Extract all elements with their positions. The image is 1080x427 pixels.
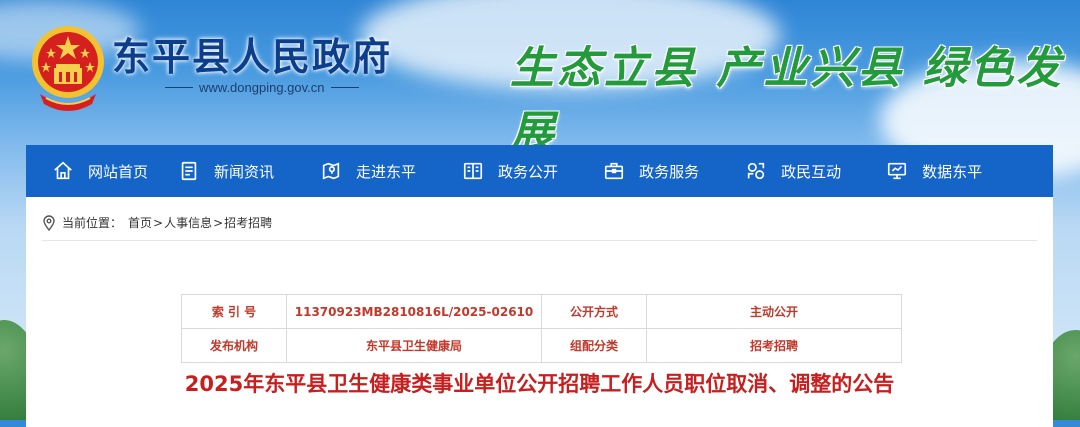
- site-url[interactable]: www.dongping.gov.cn: [199, 80, 325, 95]
- nav-label-interaction: 政民互动: [781, 162, 842, 181]
- meta-key-category: 组配分类: [541, 328, 647, 363]
- meta-key-disclosure: 公开方式: [541, 294, 647, 329]
- main-nav: 网站首页 新闻资讯 走进东平 政务公开 政务服务 政民互动 数据东平: [26, 145, 1053, 197]
- breadcrumb-prefix: 当前位置：: [62, 216, 123, 230]
- content-panel: 当前位置： 首页 > 人事信息 > 招考招聘 索 引 号 11370923MB2…: [26, 197, 1053, 427]
- site-url-row: www.dongping.gov.cn: [165, 80, 359, 95]
- breadcrumb-item-hr[interactable]: 人事信息: [164, 214, 212, 231]
- interaction-icon: [745, 160, 781, 182]
- nav-item-home[interactable]: 网站首页: [52, 145, 148, 197]
- map-icon: [320, 160, 356, 182]
- meta-value-category: 招考招聘: [646, 328, 902, 363]
- breadcrumb-item-home[interactable]: 首页: [128, 214, 152, 231]
- nav-label-news: 新闻资讯: [214, 162, 275, 181]
- nav-item-data[interactable]: 数据东平: [886, 145, 982, 197]
- breadcrumb-item-recruit[interactable]: 招考招聘: [224, 214, 272, 231]
- nav-item-interaction[interactable]: 政民互动: [745, 145, 841, 197]
- meta-value-index: 11370923MB2810816L/2025-02610: [286, 294, 542, 329]
- book-icon: [462, 160, 498, 182]
- meta-value-disclosure: 主动公开: [646, 294, 902, 329]
- breadcrumb-separator: >: [153, 215, 164, 230]
- meta-key-index: 索 引 号: [181, 294, 287, 329]
- breadcrumb-divider: [42, 240, 1037, 241]
- meta-value-publisher: 东平县卫生健康局: [286, 328, 542, 363]
- news-icon: [178, 160, 214, 182]
- site-slogan: 生态立县 产业兴县 绿色发展: [510, 43, 1064, 158]
- breadcrumb-separator: >: [213, 215, 224, 230]
- meta-key-publisher: 发布机构: [181, 328, 287, 363]
- nav-label-home: 网站首页: [88, 162, 149, 181]
- national-emblem-icon[interactable]: [26, 22, 110, 114]
- nav-label-data: 数据东平: [922, 162, 983, 181]
- nav-item-services[interactable]: 政务服务: [603, 145, 699, 197]
- url-rule-left: [165, 87, 193, 88]
- nav-label-about: 走进东平: [356, 162, 417, 181]
- nav-label-gov-info: 政务公开: [498, 162, 559, 181]
- breadcrumb: 当前位置： 首页 > 人事信息 > 招考招聘: [42, 214, 272, 231]
- url-rule-right: [330, 87, 359, 88]
- table-row: 索 引 号 11370923MB2810816L/2025-02610 公开方式…: [181, 294, 902, 329]
- table-row: 发布机构 东平县卫生健康局 组配分类 招考招聘: [181, 328, 902, 363]
- document-title: 2025年东平县卫生健康类事业单位公开招聘工作人员职位取消、调整的公告: [184, 372, 895, 396]
- briefcase-icon: [603, 160, 639, 182]
- site-header: 东平县人民政府 www.dongping.gov.cn 生态立县 产业兴县 绿色…: [0, 0, 1080, 158]
- site-title[interactable]: 东平县人民政府: [112, 26, 392, 81]
- home-icon: [52, 160, 88, 182]
- monitor-icon: [886, 160, 922, 182]
- nav-item-gov-info[interactable]: 政务公开: [462, 145, 558, 197]
- location-pin-icon: [42, 214, 56, 231]
- nav-label-services: 政务服务: [639, 162, 700, 181]
- nav-item-about[interactable]: 走进东平: [320, 145, 416, 197]
- document-meta-table: 索 引 号 11370923MB2810816L/2025-02610 公开方式…: [181, 294, 902, 363]
- nav-item-news[interactable]: 新闻资讯: [178, 145, 274, 197]
